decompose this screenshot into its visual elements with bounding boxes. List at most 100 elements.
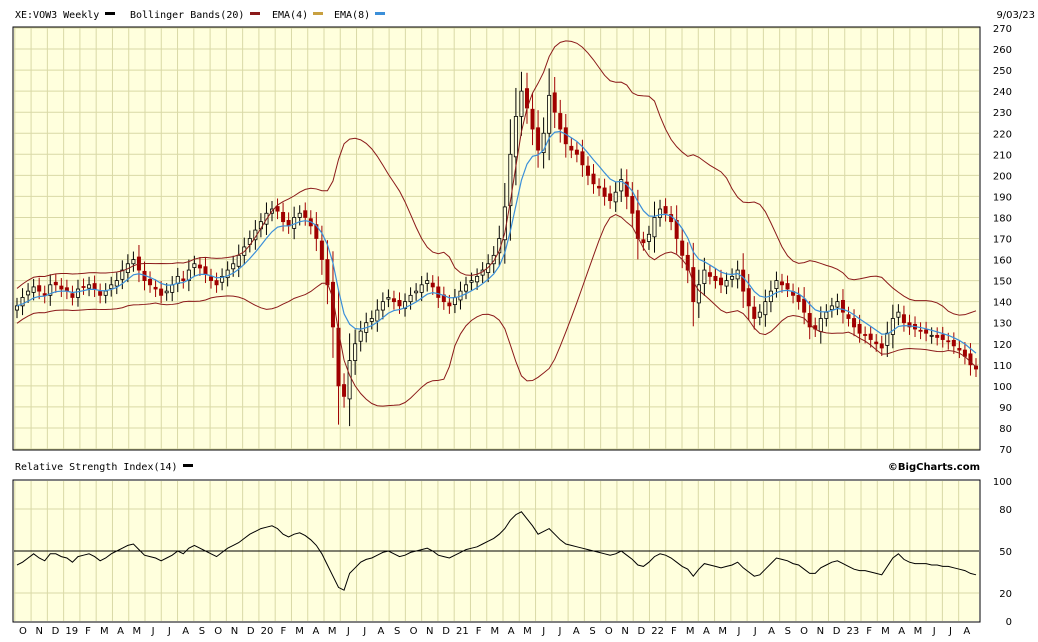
price-y-tick-label: 150 — [993, 277, 1012, 288]
x-tick-label: F — [866, 626, 872, 637]
legend-bollinger-label: Bollinger Bands(20) — [130, 10, 244, 21]
candle-body — [193, 264, 196, 268]
x-tick-label: J — [753, 626, 757, 637]
candle-body — [359, 331, 362, 341]
x-tick-label: D — [442, 626, 450, 637]
legend-ema4-label: EMA(4) — [272, 10, 308, 21]
x-tick-label: J — [362, 626, 366, 637]
rsi-y-tick-label: 100 — [993, 477, 1012, 488]
candle-body — [553, 93, 556, 112]
x-tick-label: F — [85, 626, 91, 637]
candle-body — [171, 285, 174, 293]
candle-body — [237, 255, 240, 266]
watermark: ©BigCharts.com — [888, 462, 980, 473]
candle-body — [597, 186, 600, 188]
candle-body — [858, 324, 861, 333]
x-tick-label: J — [932, 626, 936, 637]
candle-body — [60, 286, 63, 289]
x-tick-label: J — [541, 626, 545, 637]
legend-bollinger-swatch — [250, 12, 260, 15]
x-tick-label: A — [963, 626, 970, 637]
candle-body — [869, 334, 872, 339]
candle-body — [204, 267, 207, 275]
candle-body — [32, 287, 35, 292]
x-tick-label: M — [718, 626, 727, 637]
candle-body — [392, 299, 395, 302]
candle-body — [764, 302, 767, 315]
candle-body — [575, 150, 578, 154]
price-y-tick-label: 180 — [993, 213, 1012, 224]
price-y-tick-label: 240 — [993, 87, 1012, 98]
candle-body — [830, 306, 833, 310]
candle-body — [797, 295, 800, 301]
x-tick-label: J — [948, 626, 952, 637]
x-tick-label: N — [426, 626, 433, 637]
x-tick-label: A — [768, 626, 775, 637]
x-tick-label: 21 — [456, 626, 469, 637]
x-tick-label: S — [785, 626, 791, 637]
candle-body — [342, 385, 345, 397]
x-tick-label: S — [199, 626, 205, 637]
candle-body — [93, 284, 96, 289]
candle-body — [642, 240, 645, 243]
legend-ema8-label: EMA(8) — [334, 10, 370, 21]
candle-body — [803, 299, 806, 312]
candle-body — [509, 154, 512, 205]
candle-body — [919, 330, 922, 331]
x-tick-label: A — [898, 626, 905, 637]
candle-body — [370, 318, 373, 321]
candle-body — [110, 285, 113, 289]
candle-body — [82, 286, 85, 287]
price-y-tick-label: 210 — [993, 150, 1012, 161]
candle-body — [536, 128, 539, 150]
x-tick-label: M — [686, 626, 695, 637]
x-tick-label: D — [52, 626, 60, 637]
chart-date: 9/03/23 — [996, 10, 1035, 21]
rsi-label: Relative Strength Index(14) — [15, 462, 178, 473]
x-tick-label: J — [736, 626, 740, 637]
candle-body — [437, 287, 440, 298]
candle-body — [897, 312, 900, 317]
x-tick-label: A — [703, 626, 710, 637]
candle-body — [548, 95, 551, 133]
x-tick-label: A — [182, 626, 189, 637]
x-tick-label: M — [295, 626, 304, 637]
candle-body — [232, 264, 235, 269]
candle-body — [209, 277, 212, 281]
x-tick-label: M — [100, 626, 109, 637]
x-tick-label: S — [589, 626, 595, 637]
candle-body — [925, 330, 928, 333]
candle-body — [320, 241, 323, 260]
price-y-tick-label: 250 — [993, 66, 1012, 77]
candle-body — [647, 234, 650, 241]
price-y-tick-label: 270 — [993, 24, 1012, 35]
candle-body — [875, 342, 878, 344]
candle-body — [559, 113, 562, 129]
candle-body — [852, 318, 855, 326]
price-y-tick-label: 70 — [999, 445, 1012, 456]
x-tick-label: N — [817, 626, 824, 637]
candle-body — [514, 116, 517, 156]
candle-body — [165, 291, 168, 293]
price-y-tick-label: 120 — [993, 340, 1012, 351]
candle-body — [758, 312, 761, 317]
candle-body — [381, 302, 384, 310]
x-tick-label: O — [800, 626, 808, 637]
candle-body — [132, 260, 135, 264]
x-tick-label: O — [605, 626, 613, 637]
symbol-label: XE:VOW3 Weekly — [15, 10, 99, 21]
x-tick-label: A — [312, 626, 319, 637]
candle-body — [819, 318, 822, 331]
candle-body — [276, 207, 279, 212]
candle-body — [26, 291, 29, 295]
candle-body — [470, 281, 473, 283]
candle-body — [936, 335, 939, 337]
x-tick-label: J — [346, 626, 350, 637]
candle-body — [742, 270, 745, 291]
candle-body — [426, 281, 429, 284]
candle-body — [376, 310, 379, 321]
price-y-tick-label: 160 — [993, 256, 1012, 267]
candle-body — [609, 194, 612, 201]
candle-body — [947, 341, 950, 342]
price-y-tick-label: 90 — [999, 403, 1012, 414]
